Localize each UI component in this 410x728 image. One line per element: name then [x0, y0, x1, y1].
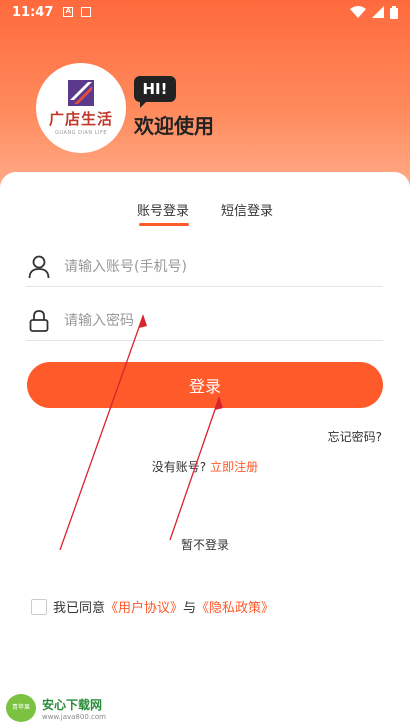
agreement-row: 我已同意 《用户协议》 与 《隐私政策》 — [31, 597, 274, 616]
account-field — [26, 247, 383, 287]
notification-screen-icon — [81, 7, 92, 17]
signal-icon — [372, 6, 384, 18]
app-logo: 广店生活 GUANG DIAN LIFE — [36, 63, 126, 153]
tab-sms-login[interactable]: 短信登录 — [221, 200, 273, 219]
hi-bubble: HI! — [134, 76, 176, 108]
skip-login-link[interactable]: 暂不登录 — [0, 536, 410, 553]
password-input[interactable] — [64, 312, 383, 329]
user-icon — [26, 254, 52, 280]
privacy-policy-link[interactable]: 《隐私政策》 — [196, 597, 274, 616]
welcome-title: 欢迎使用 — [134, 114, 214, 138]
status-time: 11:47 — [12, 4, 54, 20]
agreement-and: 与 — [183, 601, 197, 616]
status-bar: 11:47 A — [0, 0, 410, 24]
tab-account-login[interactable]: 账号登录 — [137, 200, 189, 219]
register-prompt: 没有账号? 立即注册 — [0, 458, 410, 475]
watermark: 青苹果 安心下载网 www.java800.com — [6, 694, 106, 722]
login-button[interactable]: 登录 — [27, 362, 383, 408]
wifi-icon — [350, 6, 366, 18]
logo-mark-icon — [68, 80, 94, 106]
logo-name-cn: 广店生活 — [48, 110, 113, 128]
forgot-password-link[interactable]: 忘记密码? — [328, 428, 382, 445]
battery-icon — [390, 5, 398, 19]
user-agreement-link[interactable]: 《用户协议》 — [105, 597, 183, 616]
login-card: 账号登录 短信登录 登录 忘记密码? 没有账号?立即注册 暂不登录 我已同意 《… — [0, 172, 410, 728]
no-account-text: 没有账号? — [151, 460, 207, 474]
agreement-prefix: 我已同意 — [53, 601, 106, 616]
agreement-checkbox[interactable] — [31, 598, 47, 615]
notification-a-icon: A — [63, 7, 74, 17]
active-tab-indicator — [139, 223, 189, 226]
watermark-url: www.java800.com — [42, 712, 106, 721]
watermark-title: 安心下载网 — [42, 697, 103, 712]
password-field — [26, 301, 383, 341]
register-link[interactable]: 立即注册 — [210, 460, 258, 474]
logo-name-en: GUANG DIAN LIFE — [54, 130, 108, 136]
watermark-badge: 青苹果 — [6, 694, 36, 722]
lock-icon — [26, 308, 52, 334]
account-input[interactable] — [64, 258, 383, 275]
